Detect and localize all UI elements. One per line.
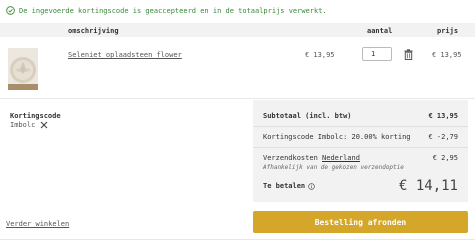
subtotal-value: € 13,95 bbox=[428, 112, 458, 120]
shipping-label: Verzendkosten bbox=[263, 154, 318, 162]
success-notice: De ingevoerde kortingscode is geacceptee… bbox=[6, 6, 327, 15]
shipping-country-link[interactable]: Nederland bbox=[322, 154, 360, 162]
quantity-input[interactable] bbox=[362, 47, 392, 61]
divider bbox=[0, 98, 475, 99]
subtotal-label: Subtotaal (incl. btw) bbox=[263, 112, 352, 120]
discount-value: € -2,79 bbox=[428, 133, 458, 141]
subtotal-row: Subtotaal (incl. btw) € 13,95 bbox=[263, 112, 458, 120]
summary-divider bbox=[253, 126, 468, 127]
total-label-group: Te betalen bbox=[263, 182, 315, 190]
discount-row: Kortingscode Imbolc: 20.00% korting € -2… bbox=[263, 133, 458, 141]
checkout-button[interactable]: Bestelling afronden bbox=[253, 211, 468, 233]
total-row: Te betalen € 14,11 bbox=[263, 178, 458, 194]
product-name-link[interactable]: Seleniet oplaadsteen flower bbox=[68, 51, 182, 59]
shipping-note: Afhankelijk van de gekozen verzendoptie bbox=[263, 164, 404, 171]
order-summary: Subtotaal (incl. btw) € 13,95 Kortingsco… bbox=[253, 100, 468, 202]
summary-divider bbox=[253, 147, 468, 148]
total-value: € 14,11 bbox=[398, 178, 458, 194]
remove-coupon-icon[interactable] bbox=[40, 121, 48, 129]
shipping-row: Verzendkosten Nederland € 2,95 bbox=[263, 154, 458, 162]
shipping-label-group: Verzendkosten Nederland bbox=[263, 154, 360, 162]
coupon-applied: Imbolc bbox=[10, 121, 48, 129]
coupon-code: Imbolc bbox=[10, 121, 36, 129]
line-price: € 13,95 bbox=[432, 51, 462, 59]
header-quantity: aantal bbox=[367, 27, 393, 35]
continue-shopping-link[interactable]: Verder winkelen bbox=[6, 220, 69, 228]
product-image[interactable] bbox=[8, 48, 38, 90]
success-text: De ingevoerde kortingscode is geacceptee… bbox=[19, 6, 327, 15]
divider bbox=[0, 239, 475, 240]
header-price: prijs bbox=[437, 27, 459, 35]
info-icon[interactable] bbox=[308, 182, 315, 190]
coupon-label: Kortingscode bbox=[10, 112, 61, 120]
unit-price: € 13,95 bbox=[305, 51, 335, 59]
table-header: omschrijving aantal prijs bbox=[0, 23, 475, 37]
total-label: Te betalen bbox=[263, 182, 306, 190]
header-description: omschrijving bbox=[68, 27, 119, 35]
discount-label: Kortingscode Imbolc: 20.00% korting bbox=[263, 133, 411, 141]
trash-icon[interactable] bbox=[404, 49, 413, 60]
shipping-value: € 2,95 bbox=[432, 154, 458, 162]
check-circle-icon bbox=[6, 6, 15, 15]
